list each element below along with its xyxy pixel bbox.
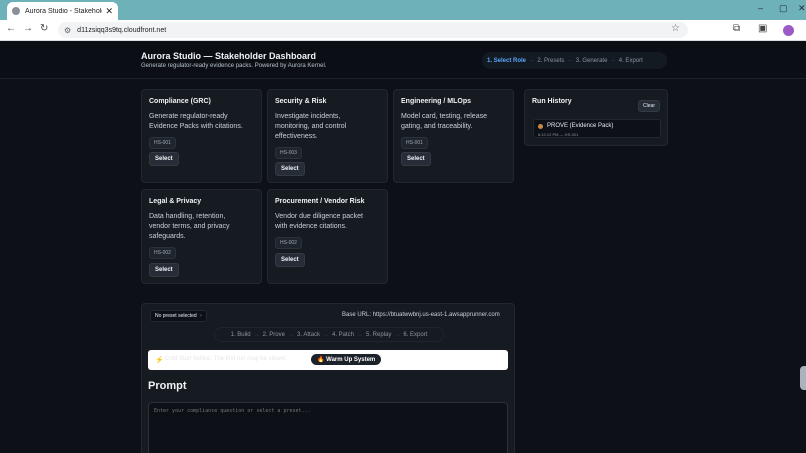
app-header [0, 41, 806, 79]
warm-up-button[interactable]: 🔥 Warm Up System [311, 354, 382, 365]
page-subtitle: Generate regulator-ready evidence packs.… [141, 63, 327, 69]
bookmark-star-icon[interactable]: ☆ [671, 23, 680, 34]
minimize-icon[interactable]: – [758, 3, 763, 13]
select-button[interactable]: Select [149, 152, 179, 166]
window-close-icon[interactable]: ✕ [798, 3, 806, 14]
run-meta: 8:12:12 PM — HS-001 [538, 132, 579, 137]
side-panel-handle[interactable] [800, 366, 806, 390]
base-url-label: Base URL: https://btuatwwbnj.us-east-1.a… [342, 312, 500, 318]
extensions-icon[interactable]: ⧉ [733, 23, 740, 34]
role-desc: Vendor due diligence packet with evidence… [275, 213, 363, 230]
profile-avatar[interactable] [783, 25, 794, 36]
pipeline-arrow-icon: → [323, 331, 329, 338]
preset-select[interactable]: No preset selected ▾ [150, 310, 207, 322]
prompt-input[interactable] [148, 402, 508, 453]
role-chip: HS-002 [275, 237, 302, 249]
select-button[interactable]: Select [149, 263, 179, 277]
cold-start-message: Cold Start Notice: The first run may be … [165, 356, 288, 362]
page-title: Aurora Studio — Stakeholder Dashboard [141, 51, 317, 61]
browser-tab-bar: Aurora Studio - Stakeholder Da ✕ – ▢ ✕ [0, 0, 806, 20]
role-desc: Generate regulator-ready Evidence Packs w… [149, 113, 243, 130]
role-title: Procurement / Vendor Risk [275, 198, 365, 205]
run-history-item[interactable]: PROVE (Evidence Pack) 8:12:12 PM — HS-00… [533, 119, 661, 138]
role-card-engineering[interactable]: Engineering / MLOps Model card, testing,… [393, 89, 514, 183]
role-title: Security & Risk [275, 98, 327, 105]
step-separator: – [568, 57, 572, 64]
wizard-step[interactable]: 1. Select Role [487, 58, 526, 64]
wizard-steps: 1. Select Role –2. Presets –3. Generate –4.… [482, 52, 667, 69]
forward-icon[interactable]: → [23, 23, 33, 34]
site-info-icon[interactable]: ⚙ [64, 26, 71, 35]
run-title: PROVE (Evidence Pack) [547, 123, 614, 129]
role-card-legal[interactable]: Legal & Privacy Data handling, retention… [141, 189, 262, 284]
run-history-title: Run History [532, 98, 572, 105]
pipeline-arrow-icon: → [357, 331, 364, 338]
tab-title: Aurora Studio - Stakeholder Da [25, 7, 102, 15]
role-desc: Investigate incidents, monitoring, and co… [275, 113, 347, 140]
tab-close-icon[interactable]: ✕ [105, 6, 113, 17]
role-title: Compliance (GRC) [149, 98, 211, 105]
pipeline-step: 4. Patch [332, 331, 355, 338]
select-button[interactable]: Select [275, 253, 305, 267]
pipeline-arrow-icon: → [287, 331, 294, 338]
preset-label: No preset selected [155, 313, 197, 319]
pipeline-step: 1. Build [230, 331, 251, 338]
select-button[interactable]: Select [275, 162, 305, 176]
step-separator: – [530, 57, 534, 64]
reload-icon[interactable]: ↻ [40, 23, 48, 34]
globe-icon [12, 7, 20, 15]
role-card-procurement[interactable]: Procurement / Vendor Risk Vendor due dil… [267, 189, 388, 284]
wizard-step[interactable]: 2. Presets [537, 58, 564, 64]
prompt-heading: Prompt [148, 380, 187, 392]
role-card-compliance[interactable]: Compliance (GRC) Generate regulator-read… [141, 89, 262, 183]
pipeline-step: 2. Prove [262, 331, 285, 338]
wizard-step[interactable]: 4. Export [619, 58, 643, 64]
pipeline-step: 3. Attack [296, 331, 320, 338]
clear-button[interactable]: Clear [638, 100, 660, 112]
sidebar-icon[interactable]: ▣ [758, 23, 767, 34]
role-chip: HS-001 [149, 137, 176, 149]
back-icon[interactable]: ← [6, 23, 16, 34]
role-card-security[interactable]: Security & Risk Investigate incidents, mo… [267, 89, 388, 183]
chevron-down-icon: ▾ [198, 313, 202, 319]
browser-toolbar: ← → ↻ ⚙ d11zsiqq3s9tq.cloudfront.net ☆ ⧉… [0, 20, 806, 41]
browser-tab[interactable]: Aurora Studio - Stakeholder Da ✕ [7, 2, 118, 20]
wizard-step[interactable]: 3. Generate [576, 58, 608, 64]
role-chip: HS-001 [401, 137, 428, 149]
role-chip: HS-002 [149, 247, 176, 259]
pipeline-arrow-icon: → [253, 331, 260, 338]
select-button[interactable]: Select [401, 152, 431, 166]
step-separator: – [611, 57, 615, 64]
address-bar[interactable]: ⚙ d11zsiqq3s9tq.cloudfront.net ☆ [58, 22, 688, 38]
pipeline-arrow-icon: → [394, 331, 401, 338]
role-title: Legal & Privacy [149, 198, 202, 205]
bolt-icon: ⚡ [155, 357, 164, 364]
role-desc: Data handling, retention, vendor terms, a… [149, 213, 230, 240]
role-desc: Model card, testing, release gating, and … [401, 113, 487, 130]
role-title: Engineering / MLOps [401, 98, 472, 105]
status-dot-icon [538, 124, 543, 129]
maximize-icon[interactable]: ▢ [779, 3, 788, 14]
pipeline-step: 6. Export [403, 331, 428, 338]
url-text: d11zsiqq3s9tq.cloudfront.net [77, 26, 167, 34]
role-chip: HS-003 [275, 147, 302, 159]
pipeline-step: 5. Replay [366, 331, 392, 338]
run-history-panel: Run History Clear PROVE (Evidence Pack) … [524, 89, 668, 146]
pipeline-steps: 1. Build → 2. Prove → 3. Attack → 4. Patch → 5. … [214, 327, 444, 342]
